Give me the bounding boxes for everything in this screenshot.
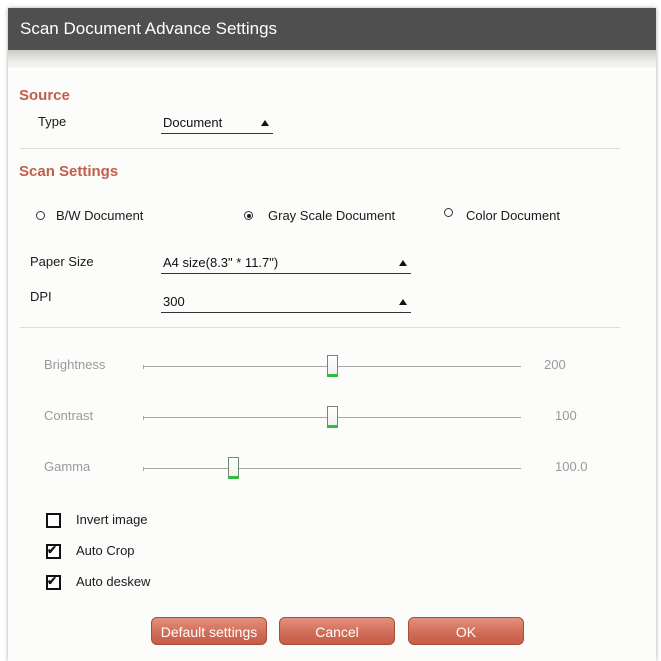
brightness-slider-thumb[interactable] — [326, 355, 338, 377]
radio-button-icon[interactable] — [244, 211, 253, 220]
section-divider — [20, 148, 620, 149]
checkmark-icon: ✔ — [47, 574, 58, 588]
checkbox-icon[interactable] — [46, 513, 61, 528]
dpi-select[interactable]: 300 — [161, 290, 411, 313]
paper-size-value: A4 size(8.3" * 11.7") — [163, 255, 279, 270]
checkbox-icon[interactable]: ✔ — [46, 574, 61, 590]
radio-button-icon[interactable] — [444, 208, 453, 217]
section-divider — [20, 327, 620, 328]
contrast-label: Contrast — [44, 408, 94, 423]
gamma-value: 100.0 — [555, 459, 588, 474]
dpi-value: 300 — [163, 294, 185, 309]
title-shade — [8, 50, 656, 68]
dpi-label: DPI — [30, 289, 52, 304]
auto-deskew-label: Auto deskew — [76, 574, 151, 589]
type-label: Type — [38, 114, 67, 129]
contrast-value: 100 — [555, 408, 577, 423]
brightness-value: 200 — [544, 357, 566, 372]
dropdown-arrow-icon — [399, 299, 407, 305]
gamma-label: Gamma — [44, 459, 91, 474]
dropdown-arrow-icon — [399, 260, 407, 266]
invert-image-label: Invert image — [76, 512, 148, 527]
advance-settings-dialog: Scan Document Advance Settings Source Ty… — [8, 8, 656, 661]
gamma-slider-track[interactable] — [143, 468, 521, 469]
radio-button-icon[interactable] — [36, 211, 45, 220]
ok-button[interactable]: OK — [408, 617, 524, 645]
radio-bw-label: B/W Document — [56, 208, 144, 223]
checkmark-icon: ✔ — [47, 543, 58, 557]
cancel-button[interactable]: Cancel — [279, 617, 395, 645]
type-select-value: Document — [163, 115, 223, 130]
source-heading: Source — [19, 87, 70, 104]
paper-size-select[interactable]: A4 size(8.3" * 11.7") — [161, 251, 411, 274]
contrast-slider-thumb[interactable] — [326, 406, 338, 428]
type-select[interactable]: Document — [161, 111, 273, 134]
default-settings-button[interactable]: Default settings — [151, 617, 267, 645]
gamma-slider-thumb[interactable] — [228, 457, 240, 479]
title-bar[interactable]: Scan Document Advance Settings — [8, 8, 656, 50]
radio-color-label: Color Document — [466, 208, 560, 223]
radio-gray-label: Gray Scale Document — [268, 208, 396, 223]
checkbox-icon[interactable]: ✔ — [46, 543, 61, 559]
auto-crop-label: Auto Crop — [76, 543, 135, 558]
scan-settings-heading: Scan Settings — [19, 163, 119, 180]
brightness-label: Brightness — [44, 357, 106, 372]
dialog-title: Scan Document Advance Settings — [20, 19, 278, 38]
paper-size-label: Paper Size — [30, 254, 94, 269]
dropdown-arrow-icon — [261, 120, 269, 126]
